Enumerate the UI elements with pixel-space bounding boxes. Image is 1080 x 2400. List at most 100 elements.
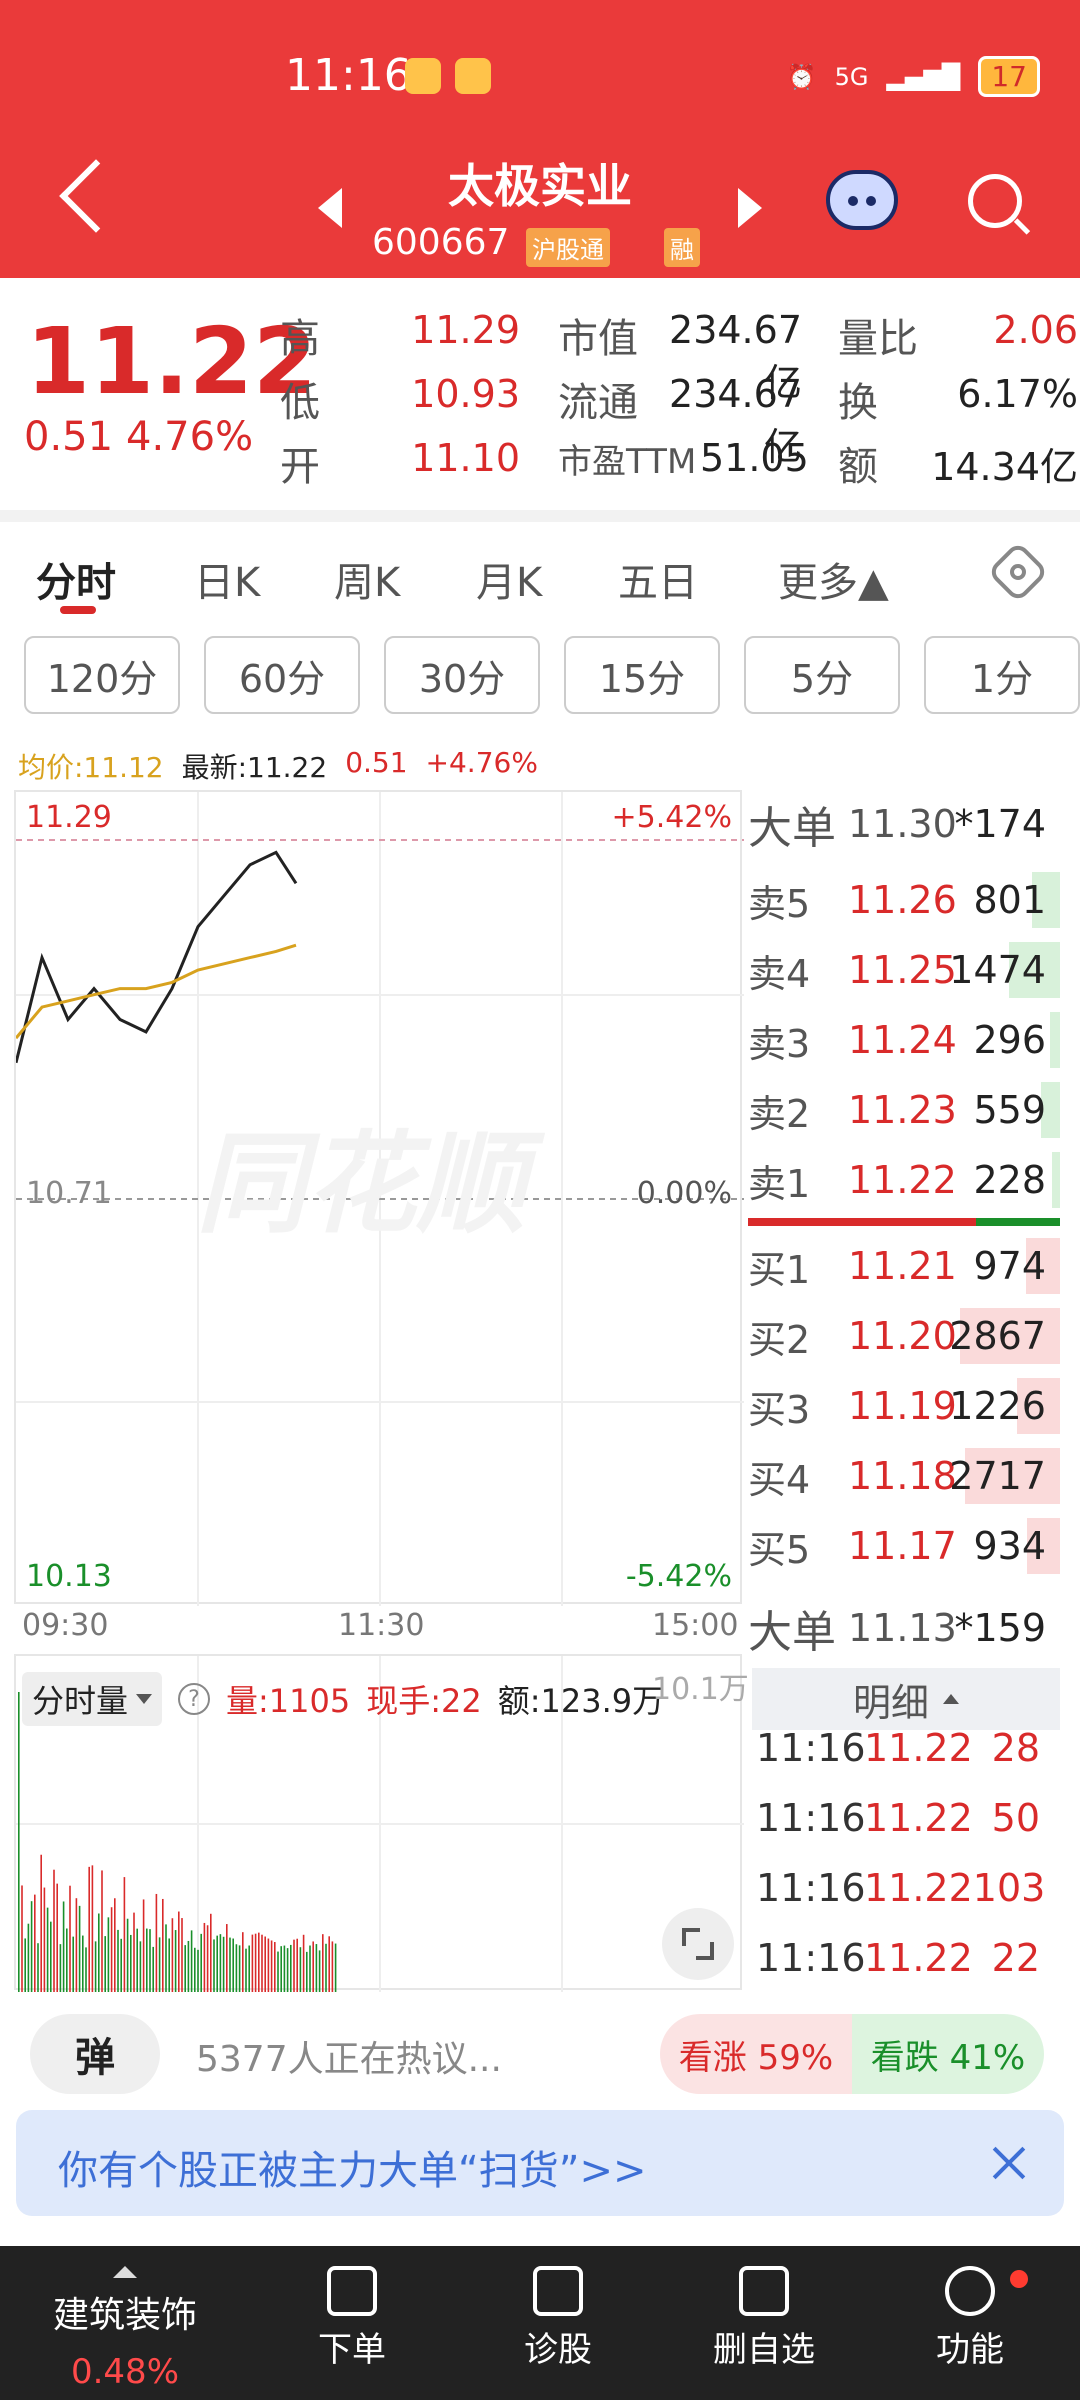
volume-bar [98, 1913, 100, 1992]
buy-level-row: 买4 11.18 2717 [748, 1442, 1060, 1510]
tab-more[interactable]: 更多▲ [778, 550, 889, 608]
trade-time: 11:16 [756, 1866, 866, 1910]
nav-remove-watchlist[interactable]: 删自选 [664, 2266, 864, 2371]
volume-bar [21, 1885, 23, 1992]
trade-row: 11:16 11.22 103 [756, 1866, 1060, 1910]
buy-level-price: 11.17 [848, 1524, 957, 1568]
search-icon[interactable] [968, 174, 1022, 228]
volume-bar [56, 1883, 58, 1992]
intraday-chart[interactable]: 同花顺 11.29 +5.42% 10.71 0.00% 10.13 -5.42… [14, 790, 744, 1606]
volume-bar [309, 1945, 311, 1992]
big-buy-qty: *159 [954, 1606, 1046, 1650]
period-5m[interactable]: 5分 [744, 636, 900, 714]
nav-diagnose[interactable]: 诊股 [458, 2266, 658, 2371]
period-1m[interactable]: 1分 [924, 636, 1080, 714]
sector-button[interactable]: 建筑装饰 0.48% [30, 2266, 220, 2392]
price-mid-label: 10.71 [26, 1176, 112, 1211]
trade-price: 11.22 [864, 1726, 973, 1770]
danmu-toggle-button[interactable]: 弹 [30, 2014, 160, 2094]
battery-indicator: 17 [978, 56, 1040, 97]
hot-discussion-text[interactable]: 5377人正在热议... [196, 2030, 502, 2082]
tab-weekly-k[interactable]: 周K [334, 550, 400, 608]
tab-monthly-k[interactable]: 月K [476, 550, 542, 608]
volume-bar [152, 1946, 154, 1992]
nav-functions[interactable]: 功能 [870, 2266, 1070, 2371]
notification-dot [1010, 2270, 1028, 2288]
sector-pct: 0.48% [70, 2352, 179, 2392]
volume-type-label: 分时量 [32, 1682, 129, 1720]
margin-tag: 融 [664, 228, 700, 267]
period-15m[interactable]: 15分 [564, 636, 720, 714]
volume-bar [254, 1933, 257, 1992]
volume-bar [53, 1869, 55, 1992]
trade-detail-header[interactable]: 明细 [752, 1668, 1060, 1730]
sell-level-row: 卖4 11.25 1474 [748, 936, 1060, 1004]
volume-bar [190, 1930, 193, 1992]
volume-bar [171, 1918, 174, 1992]
bearish-button[interactable]: 看跌 41% [852, 2014, 1044, 2094]
volume-bar [283, 1945, 286, 1992]
float-cap-label: 流通 [558, 380, 638, 426]
volume-amount: 额:123.9万 [497, 1682, 665, 1720]
promo-banner[interactable]: 你有个股正被主力大单“扫货”>> [16, 2110, 1064, 2216]
trade-vol: 22 [991, 1936, 1040, 1980]
volume-bar [165, 1924, 167, 1992]
time-start: 09:30 [22, 1608, 109, 1643]
buy-level-label: 买5 [748, 1527, 811, 1572]
next-stock-button[interactable] [738, 188, 762, 228]
volume-bar [46, 1907, 49, 1992]
nav-order[interactable]: 下单 [252, 2266, 452, 2371]
volume-bar [219, 1934, 222, 1992]
stock-name: 太极实业 [448, 159, 632, 213]
sell-level-price: 11.22 [848, 1158, 957, 1202]
tab-daily-k[interactable]: 日K [194, 550, 260, 608]
period-120m[interactable]: 120分 [24, 636, 180, 714]
sell-level-row: 卖3 11.24 296 [748, 1006, 1060, 1074]
prev-stock-button[interactable] [318, 188, 342, 228]
volume-bar [203, 1922, 206, 1992]
current-price: 11.22 [26, 308, 318, 415]
price-high-label: 11.29 [26, 800, 112, 835]
fullscreen-button[interactable] [662, 1908, 734, 1980]
close-icon[interactable] [988, 2142, 1030, 2184]
chevron-up-icon [113, 2266, 137, 2278]
period-60m[interactable]: 60分 [204, 636, 360, 714]
volume-bar [27, 1923, 30, 1992]
volume-bar [178, 1911, 180, 1992]
ai-assistant-icon[interactable] [826, 170, 898, 230]
volume-header: 分时量 ? 量:1105 现手:22 额:123.9万 [22, 1672, 664, 1726]
tab-intraday[interactable]: 分时 [36, 550, 116, 608]
sell-level-label: 卖5 [748, 881, 811, 926]
price-change: 0.51 [24, 414, 114, 460]
volume-bar [302, 1934, 305, 1992]
chevron-down-icon [136, 1694, 153, 1704]
bottom-nav: 建筑装饰 0.48% 下单 诊股 删自选 功能 [0, 2246, 1080, 2400]
buy-level-row: 买3 11.19 1226 [748, 1372, 1060, 1440]
buy-level-label: 买4 [748, 1457, 811, 1502]
volume-bar [174, 1930, 177, 1992]
medical-kit-icon [533, 2266, 583, 2316]
price-low-label: 10.13 [26, 1559, 112, 1594]
latest-price-label: 最新:11.22 [181, 751, 328, 784]
volume-bar [158, 1937, 161, 1992]
open-label: 开 [280, 444, 320, 490]
document-icon [327, 2266, 377, 2316]
watermark: 同花顺 [196, 1120, 546, 1248]
bullish-button[interactable]: 看涨 59% [660, 2014, 852, 2094]
buy-level-qty: 2717 [949, 1454, 1046, 1498]
period-30m[interactable]: 30分 [384, 636, 540, 714]
tab-five-day[interactable]: 五日 [618, 550, 698, 608]
volume-bar [213, 1939, 215, 1992]
big-sell-price: 11.30 [848, 802, 957, 846]
trade-row: 11:16 11.22 50 [756, 1796, 1060, 1840]
volume-type-dropdown[interactable]: 分时量 [22, 1672, 163, 1726]
volume-bar [270, 1940, 273, 1992]
volume-bar [264, 1936, 266, 1992]
trade-price: 11.22 [864, 1866, 973, 1910]
volume-bar [187, 1940, 190, 1992]
back-button[interactable] [59, 159, 133, 233]
trade-row: 11:16 11.22 22 [756, 1936, 1060, 1980]
help-icon[interactable]: ? [178, 1683, 211, 1715]
sell-level-price: 11.24 [848, 1018, 957, 1062]
book-divider-red [748, 1218, 976, 1226]
